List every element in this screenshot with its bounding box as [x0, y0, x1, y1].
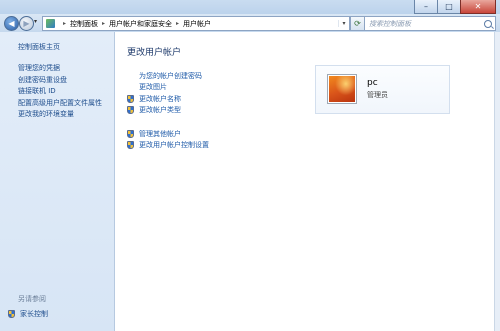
window-controls: – □ ✕: [414, 0, 496, 14]
breadcrumb-user-accounts[interactable]: 用户帐户: [183, 19, 211, 29]
vertical-scrollbar[interactable]: [494, 32, 500, 331]
uac-shield-icon: [127, 129, 134, 138]
main-content: 更改用户帐户 为您的帐户创建密码 更改图片 更改帐户名称 更改帐户类型 管理其他…: [115, 32, 494, 331]
chevron-right-icon[interactable]: ▸: [176, 20, 179, 27]
search-box[interactable]: 搜索控制面板: [364, 16, 496, 31]
task-label: 为您的帐户创建密码: [139, 71, 202, 80]
search-input[interactable]: 搜索控制面板: [365, 19, 411, 29]
breadcrumb-control-panel[interactable]: 控制面板: [70, 19, 98, 29]
sidebar-link-manage-credentials[interactable]: 管理您的凭据: [18, 63, 102, 75]
sidebar-home-link[interactable]: 控制面板主页: [18, 42, 60, 52]
sidebar-link-profile-properties[interactable]: 配置高级用户配置文件属性: [18, 98, 102, 110]
user-role: 管理员: [367, 91, 388, 99]
breadcrumb-user-accounts-family-safety[interactable]: 用户帐户和家庭安全: [109, 19, 172, 29]
refresh-icon: ⟳: [354, 19, 361, 28]
refresh-button[interactable]: ⟳: [350, 16, 365, 31]
address-bar[interactable]: ▸ 控制面板 ▸ 用户帐户和家庭安全 ▸ 用户帐户 ▾: [42, 16, 350, 31]
chevron-right-icon[interactable]: ▸: [102, 20, 105, 27]
navigation-bar: ◀ ▶ ▾ ▸ 控制面板 ▸ 用户帐户和家庭安全 ▸ 用户帐户 ▾ ⟳ 搜索控制…: [0, 14, 500, 32]
see-also-parental-controls[interactable]: 家长控制: [8, 309, 48, 319]
uac-shield-icon: [127, 106, 134, 115]
task-create-password[interactable]: 为您的帐户创建密码: [127, 70, 209, 82]
task-change-picture[interactable]: 更改图片: [127, 82, 209, 94]
back-button[interactable]: ◀: [4, 16, 19, 31]
task-label: 管理其他帐户: [139, 129, 181, 138]
uac-shield-icon: [8, 310, 15, 318]
see-also-header: 另请参阅: [18, 295, 46, 303]
flower-picture-icon: [329, 76, 355, 102]
task-change-account-name[interactable]: 更改帐户名称: [127, 93, 209, 105]
user-account-card: pc 管理员: [315, 65, 450, 114]
task-list: 为您的帐户创建密码 更改图片 更改帐户名称 更改帐户类型 管理其他帐户 更改用户…: [127, 70, 209, 151]
see-also-item-label: 家长控制: [20, 310, 48, 318]
task-manage-other-accounts[interactable]: 管理其他帐户: [127, 128, 209, 140]
arrow-right-icon: ▶: [23, 19, 30, 28]
recent-pages-dropdown[interactable]: ▾: [34, 18, 37, 25]
title-bar: – □ ✕: [0, 0, 500, 14]
search-icon[interactable]: [484, 19, 492, 28]
forward-button[interactable]: ▶: [19, 16, 34, 31]
user-name: pc: [367, 78, 378, 88]
sidebar-link-online-id[interactable]: 链接联机 ID: [18, 86, 102, 98]
address-dropdown-icon[interactable]: ▾: [338, 20, 349, 27]
arrow-left-icon: ◀: [8, 19, 15, 28]
task-label: 更改图片: [139, 83, 167, 92]
task-change-account-type[interactable]: 更改帐户类型: [127, 105, 209, 117]
maximize-button[interactable]: □: [437, 0, 461, 14]
uac-shield-icon: [127, 141, 134, 150]
control-panel-icon: [46, 19, 55, 28]
minimize-button[interactable]: –: [414, 0, 438, 14]
page-title: 更改用户帐户: [127, 48, 182, 58]
task-uac-settings[interactable]: 更改用户帐户控制设置: [127, 140, 209, 152]
sidebar-link-environment-variables[interactable]: 更改我的环境变量: [18, 109, 102, 121]
sidebar-links: 管理您的凭据 创建密码重设盘 链接联机 ID 配置高级用户配置文件属性 更改我的…: [18, 63, 102, 121]
uac-shield-icon: [127, 94, 134, 103]
sidebar: 控制面板主页 管理您的凭据 创建密码重设盘 链接联机 ID 配置高级用户配置文件…: [0, 32, 115, 331]
chevron-right-icon[interactable]: ▸: [63, 20, 66, 27]
avatar[interactable]: [327, 74, 357, 104]
task-label: 更改帐户名称: [139, 94, 181, 103]
sidebar-link-password-reset-disk[interactable]: 创建密码重设盘: [18, 75, 102, 87]
task-label: 更改用户帐户控制设置: [139, 141, 209, 150]
task-label: 更改帐户类型: [139, 106, 181, 115]
close-button[interactable]: ✕: [460, 0, 496, 14]
